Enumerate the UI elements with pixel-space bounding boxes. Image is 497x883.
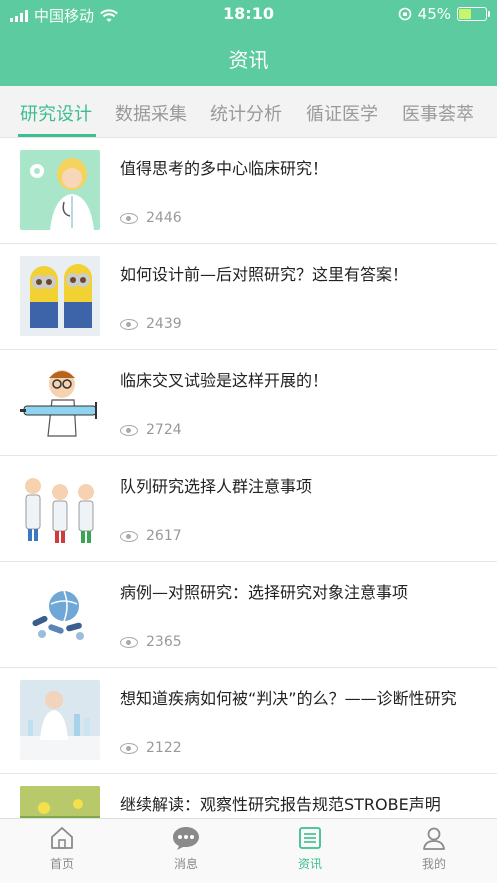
eye-icon (120, 530, 138, 542)
tab-data-collection[interactable]: 数据采集 (115, 100, 187, 126)
list-item[interactable]: 队列研究选择人群注意事项 2617 (0, 456, 497, 562)
tabbar-news[interactable]: 资讯 (248, 825, 372, 872)
view-count: 2439 (120, 316, 182, 332)
three-doctors-cartoon (20, 468, 100, 548)
article-list[interactable]: 值得思考的多中心临床研究！ 2446 如何设计前—后对照研究？这里有答案！ 24… (0, 138, 497, 818)
view-count-value: 2446 (146, 210, 182, 226)
tab-research-design[interactable]: 研究设计 (20, 100, 92, 126)
category-tabs: 研究设计 数据采集 统计分析 循证医学 医事荟萃 (0, 86, 497, 138)
tabbar-home-label: 首页 (49, 857, 74, 871)
view-count: 2365 (120, 634, 182, 650)
battery-percent: 45% (417, 5, 451, 23)
tabbar-news-label: 资讯 (297, 857, 322, 871)
view-count: 2617 (120, 528, 182, 544)
doctor-illustration (20, 150, 100, 230)
article-title: 队列研究选择人群注意事项 (120, 477, 313, 496)
list-item[interactable]: 想知道疾病如何被“判决”的么？——诊断性研究 2122 (0, 668, 497, 774)
minions-image (20, 256, 100, 336)
message-icon (173, 827, 199, 850)
tabbar-profile-label: 我的 (421, 857, 446, 871)
flowers-photo (20, 786, 100, 818)
view-count-value: 2122 (146, 740, 182, 756)
view-count-value: 2724 (146, 422, 182, 438)
article-title: 病例—对照研究：选择研究对象注意事项 (120, 583, 409, 602)
tabbar-home[interactable]: 首页 (0, 825, 124, 872)
list-item[interactable]: 病例—对照研究：选择研究对象注意事项 2365 (0, 562, 497, 668)
bottom-tab-bar: 首页 消息 资讯 我的 (0, 818, 497, 883)
active-tab-indicator (18, 134, 96, 137)
list-item[interactable]: 继续解读：观察性研究报告规范STROBE声明 (0, 774, 497, 818)
globe-pills-image (20, 574, 100, 654)
page-title: 资讯 (228, 48, 269, 72)
status-bar: 中国移动 18:10 45% (0, 0, 497, 28)
app-header: 中国移动 18:10 45% 资讯 (0, 0, 497, 86)
tab-medical-digest[interactable]: 医事荟萃 (402, 100, 474, 126)
article-title: 值得思考的多中心临床研究！ (120, 159, 329, 178)
eye-icon (120, 318, 138, 330)
article-title: 如何设计前—后对照研究？这里有答案！ (120, 265, 409, 284)
orientation-lock-icon (398, 7, 411, 21)
battery-icon (457, 7, 490, 21)
eye-icon (120, 424, 138, 436)
tab-statistics[interactable]: 统计分析 (210, 100, 282, 126)
article-title: 临床交叉试验是这样开展的！ (120, 371, 329, 390)
view-count: 2122 (120, 740, 182, 756)
tabbar-messages[interactable]: 消息 (124, 825, 248, 872)
syringe-doctor-cartoon (20, 362, 100, 442)
list-item[interactable]: 值得思考的多中心临床研究！ 2446 (0, 138, 497, 244)
tabbar-profile[interactable]: 我的 (372, 825, 496, 872)
home-icon (51, 827, 73, 849)
profile-icon (423, 827, 445, 850)
news-icon (299, 827, 321, 849)
view-count: 2724 (120, 422, 182, 438)
article-title: 继续解读：观察性研究报告规范STROBE声明 (120, 795, 441, 814)
lab-scientist-photo (20, 680, 100, 760)
status-right: 45% (398, 5, 490, 23)
list-item[interactable]: 如何设计前—后对照研究？这里有答案！ 2439 (0, 244, 497, 350)
view-count-value: 2617 (146, 528, 182, 544)
view-count-value: 2365 (146, 634, 182, 650)
view-count-value: 2439 (146, 316, 182, 332)
tab-evidence-medicine[interactable]: 循证医学 (306, 100, 378, 126)
eye-icon (120, 636, 138, 648)
article-title: 想知道疾病如何被“判决”的么？——诊断性研究 (120, 689, 457, 708)
tabbar-messages-label: 消息 (173, 857, 198, 871)
battery-fill (459, 9, 471, 19)
list-item[interactable]: 临床交叉试验是这样开展的！ 2724 (0, 350, 497, 456)
view-count: 2446 (120, 210, 182, 226)
eye-icon (120, 742, 138, 754)
eye-icon (120, 212, 138, 224)
